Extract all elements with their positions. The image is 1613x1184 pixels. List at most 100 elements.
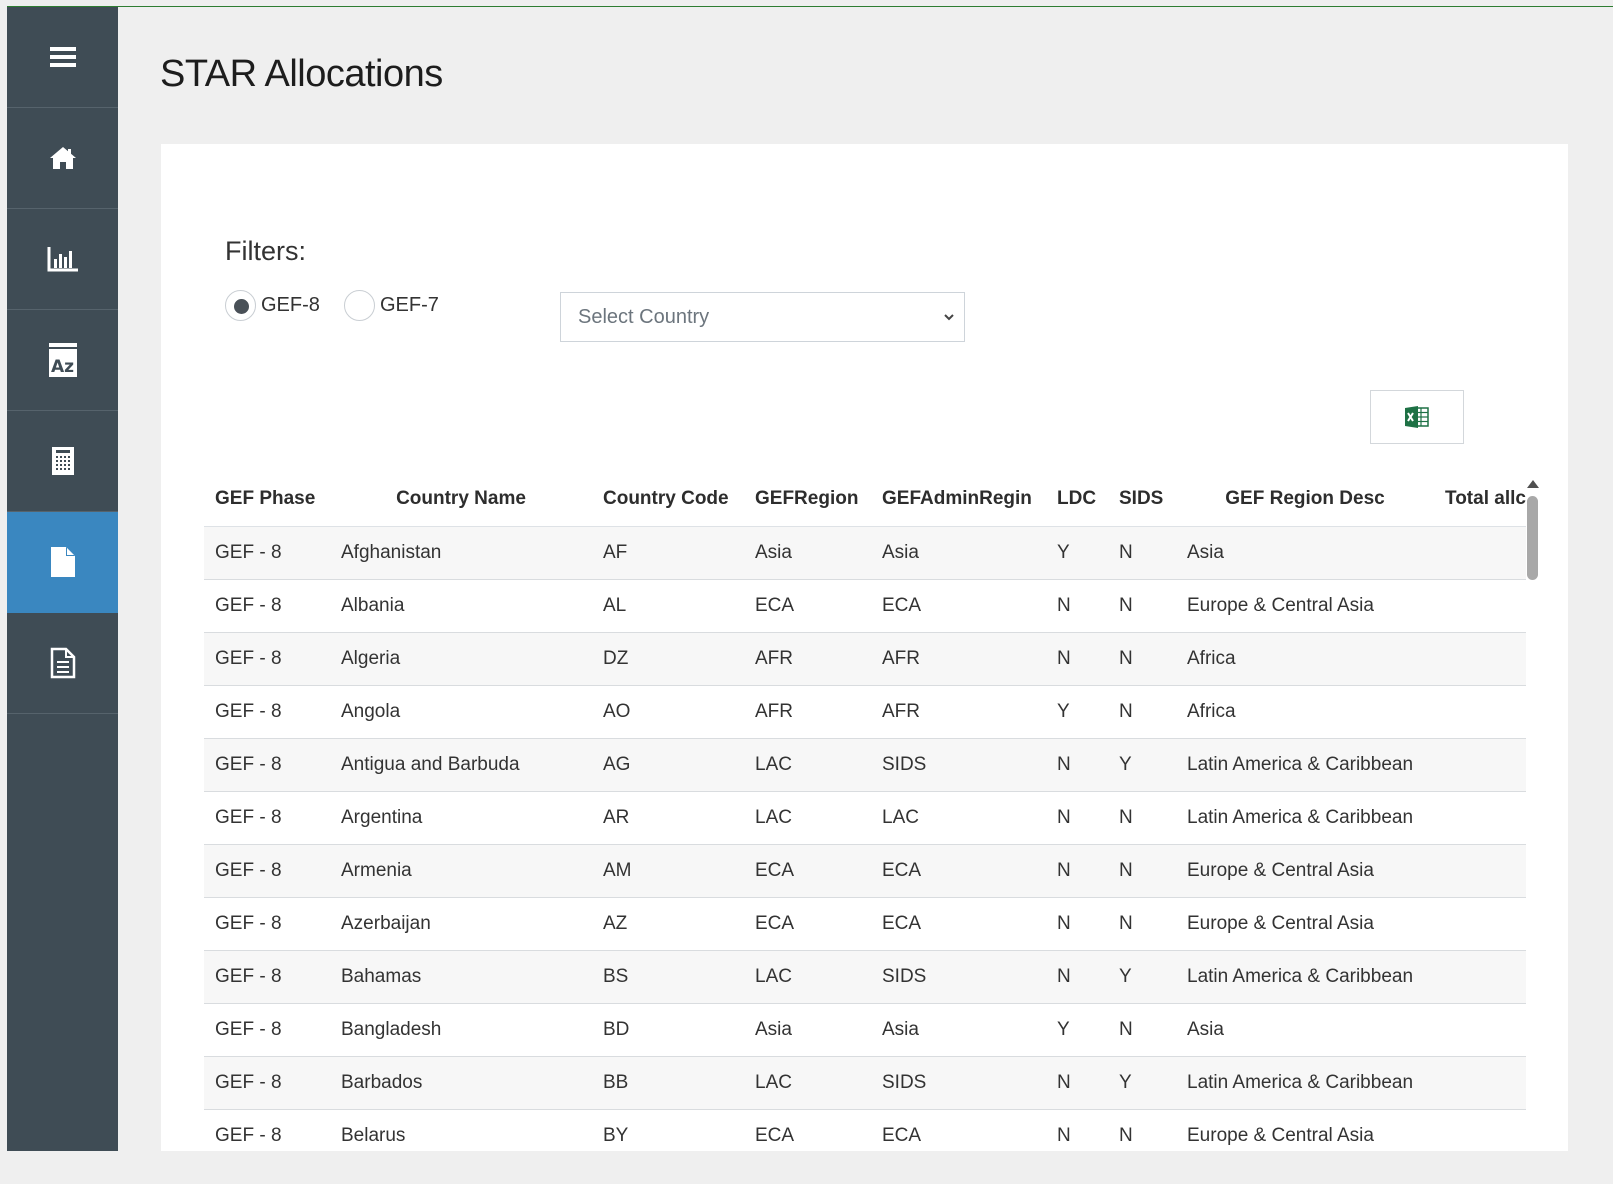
table-cell: SIDS [871,738,1046,792]
table-cell: N [1108,844,1176,898]
table-row[interactable]: GEF - 8 Bangladesh BD Asia Asia Y N Asia [204,1003,1526,1057]
sidebar-item-star-allocations[interactable] [7,512,118,613]
table-cell: Antigua and Barbuda [330,738,592,792]
scroll-thumb[interactable] [1527,496,1538,580]
column-header[interactable]: SIDS [1108,472,1176,527]
table-cell: Africa [1176,685,1434,739]
table-cell: GEF - 8 [204,1003,330,1057]
column-header[interactable]: GEFAdminRegin [871,472,1046,527]
table-cell: SIDS [871,950,1046,1004]
table-cell: GEF - 8 [204,738,330,792]
table-cell: LAC [744,950,871,1004]
sidebar-item-glossary[interactable]: Az [7,310,118,411]
table-row[interactable]: GEF - 8 Barbados BB LAC SIDS N Y Latin America … [204,1056,1526,1110]
file-icon [50,547,75,577]
table-row[interactable]: GEF - 8 Argentina AR LAC LAC N N Latin America … [204,791,1526,845]
sidebar-item-home[interactable] [7,108,118,209]
sidebar-menu-toggle[interactable] [7,7,118,108]
table-cell: N [1046,950,1108,1004]
table-cell: Azerbaijan [330,897,592,951]
document-text-icon [50,647,75,679]
table-cell: ECA [744,897,871,951]
sidebar-item-charts[interactable] [7,209,118,310]
excel-icon [1405,406,1429,428]
radio-gef7[interactable]: GEF-7 [344,290,439,321]
country-select[interactable]: Select Country [560,292,965,342]
table-cell [1434,844,1526,898]
table-cell [1434,1056,1526,1110]
menu-icon [49,47,76,67]
column-header[interactable]: GEF Phase [204,472,330,527]
table-cell: Belarus [330,1109,592,1151]
page-title: STAR Allocations [160,53,443,95]
table-row[interactable]: GEF - 8 Algeria DZ AFR AFR N N Africa [204,632,1526,686]
column-header[interactable]: Total allc [1434,472,1526,527]
bar-chart-icon [47,247,78,272]
table-cell: N [1108,632,1176,686]
table-cell: Asia [1176,526,1434,580]
scroll-up-arrow-icon[interactable] [1527,480,1539,488]
table-cell: Barbados [330,1056,592,1110]
table-cell: Asia [744,526,871,580]
table-cell: N [1046,1109,1108,1151]
table-cell: BD [592,1003,744,1057]
filters-label: Filters: [225,236,306,266]
country-select-placeholder: Select Country [578,305,710,328]
column-header[interactable]: GEFRegion [744,472,871,527]
table-cell: N [1108,1003,1176,1057]
table-cell: Bahamas [330,950,592,1004]
column-header[interactable]: LDC [1046,472,1108,527]
table-cell: Africa [1176,632,1434,686]
table-cell: Y [1108,950,1176,1004]
table-cell: LAC [744,1056,871,1110]
table-cell: Y [1046,1003,1108,1057]
table-cell: GEF - 8 [204,950,330,1004]
table-cell [1434,1109,1526,1151]
allocations-table: GEF Phase Country Name Country Code GEFRegi… [204,472,1526,1151]
table-row[interactable]: GEF - 8 Belarus BY ECA ECA N N Europe & Central… [204,1109,1526,1151]
table-row[interactable]: GEF - 8 Azerbaijan AZ ECA ECA N N Europe & Cent… [204,897,1526,951]
table-cell: LAC [744,791,871,845]
table-cell: AF [592,526,744,580]
table-cell: AFR [744,632,871,686]
chevron-down-icon [944,314,954,321]
table-cell: GEF - 8 [204,844,330,898]
table-cell: Europe & Central Asia [1176,579,1434,633]
column-header[interactable]: GEF Region Desc [1176,472,1434,527]
table-cell: GEF - 8 [204,632,330,686]
table-cell [1434,1003,1526,1057]
export-excel-button[interactable] [1370,390,1464,444]
table-cell: GEF - 8 [204,579,330,633]
table-scrollbar[interactable] [1526,472,1540,1151]
table-row[interactable]: GEF - 8 Bahamas BS LAC SIDS N Y Latin America &… [204,950,1526,1004]
table-row[interactable]: GEF - 8 Albania AL ECA ECA N N Europe & Central… [204,579,1526,633]
table-cell: AFR [871,685,1046,739]
top-border [0,0,1613,7]
table-row[interactable]: GEF - 8 Armenia AM ECA ECA N N Europe & Central… [204,844,1526,898]
table-cell: BY [592,1109,744,1151]
table-cell: Y [1046,685,1108,739]
main-content: STAR Allocations Filters: GEF-8 GEF-7 Se… [118,7,1568,1151]
radio-gef8-control[interactable] [225,290,256,321]
sidebar-item-documents[interactable] [7,613,118,714]
svg-text:Az: Az [51,357,74,377]
table-cell [1434,950,1526,1004]
bottom-margin [0,1151,1613,1184]
table-cell: AR [592,791,744,845]
table-row[interactable]: GEF - 8 Angola AO AFR AFR Y N Africa [204,685,1526,739]
radio-gef7-control[interactable] [344,290,375,321]
table-cell: Latin America & Caribbean [1176,738,1434,792]
table-cell: AM [592,844,744,898]
table-cell: Albania [330,579,592,633]
radio-gef8[interactable]: GEF-8 [225,290,320,321]
table-cell: ECA [744,579,871,633]
table-cell: LAC [871,791,1046,845]
table-cell: DZ [592,632,744,686]
table-row[interactable]: GEF - 8 Afghanistan AF Asia Asia Y N Asia [204,526,1526,580]
column-header[interactable]: Country Name [330,472,592,527]
table-cell: SIDS [871,1056,1046,1110]
table-row[interactable]: GEF - 8 Antigua and Barbuda AG LAC SIDS N Y Lat… [204,738,1526,792]
table-cell: Latin America & Caribbean [1176,791,1434,845]
column-header[interactable]: Country Code [592,472,744,527]
sidebar-item-calculator[interactable] [7,411,118,512]
